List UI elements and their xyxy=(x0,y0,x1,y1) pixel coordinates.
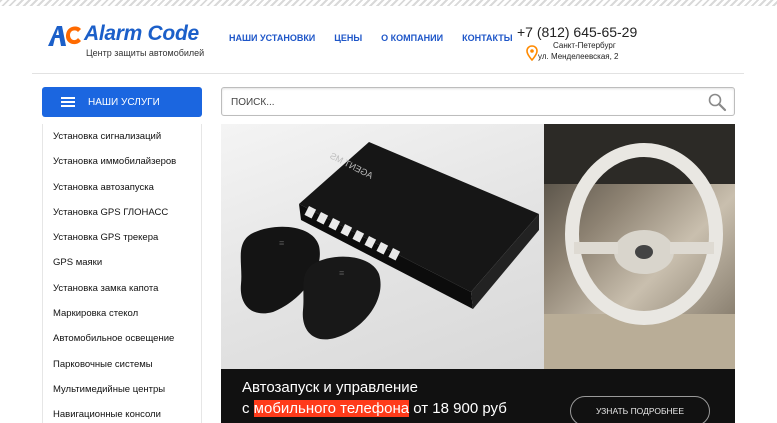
svg-text:≡: ≡ xyxy=(279,238,284,248)
menu-icon xyxy=(61,97,75,107)
service-item-gps-beacons[interactable]: GPS маяки xyxy=(43,250,201,275)
banner-product-photo: AGENT MS ≡ ≡ xyxy=(221,124,544,369)
banner-caption: Автозапуск и управление с мобильного тел… xyxy=(221,369,735,423)
address-label: ул. Менделеевская, 2 xyxy=(538,52,619,61)
caption-prefix: с xyxy=(242,400,254,417)
logo-text: Alarm Code xyxy=(84,22,199,45)
service-item-navigation[interactable]: Навигационные консоли xyxy=(43,402,201,423)
services-button-label: Наши услуги xyxy=(88,96,160,108)
top-nav: Наши установки Цены О компании Контакты xyxy=(229,33,532,43)
nav-our-installations[interactable]: Наши установки xyxy=(229,33,315,43)
header-divider xyxy=(32,73,744,74)
banner-car-interior-photo xyxy=(544,124,735,369)
steering-wheel-illustration xyxy=(544,124,735,369)
services-menu-button[interactable]: Наши услуги xyxy=(42,87,202,117)
nav-about[interactable]: О компании xyxy=(381,33,443,43)
service-item-autostart[interactable]: Установка автозапуска xyxy=(43,175,201,200)
caption-price: от 18 900 руб xyxy=(409,400,507,417)
service-item-glass-marking[interactable]: Маркировка стекол xyxy=(43,301,201,326)
service-item-immobilizers[interactable]: Установка иммобилайзеров xyxy=(43,149,201,174)
nav-contacts[interactable]: Контакты xyxy=(462,33,512,43)
logo-mark-icon xyxy=(48,26,81,46)
logo[interactable]: Alarm Code Центр защиты автомобилей xyxy=(48,22,208,60)
banner-caption-line1: Автозапуск и управление xyxy=(242,379,419,396)
caption-highlight: мобильного телефона xyxy=(253,400,410,417)
top-decorative-stripe xyxy=(0,0,777,6)
city-label: Санкт-Петербург xyxy=(553,41,616,50)
alarm-unit-illustration: AGENT MS ≡ ≡ xyxy=(240,142,539,340)
phone-number[interactable]: +7 (812) 645-65-29 xyxy=(517,24,637,40)
search-box xyxy=(221,87,735,116)
nav-prices[interactable]: Цены xyxy=(334,33,362,43)
banner-caption-line2: с мобильного телефона от 18 900 руб xyxy=(242,400,507,417)
search-icon[interactable] xyxy=(707,92,727,112)
services-list: Установка сигнализаций Установка иммобил… xyxy=(42,124,202,423)
service-item-gps-glonass[interactable]: Установка GPS ГЛОНАСС xyxy=(43,200,201,225)
svg-text:≡: ≡ xyxy=(339,268,344,278)
learn-more-button[interactable]: Узнать подробнее xyxy=(570,396,710,423)
service-item-alarms[interactable]: Установка сигнализаций xyxy=(43,124,201,149)
service-item-multimedia[interactable]: Мультимедийные центры xyxy=(43,377,201,402)
logo-tagline: Центр защиты автомобилей xyxy=(86,48,205,58)
service-item-gps-tracker[interactable]: Установка GPS трекера xyxy=(43,225,201,250)
service-item-parking[interactable]: Парковочные системы xyxy=(43,352,201,377)
map-pin-icon xyxy=(526,45,538,61)
search-input[interactable] xyxy=(231,94,691,110)
promo-banner[interactable]: AGENT MS ≡ ≡ Автозапуск и управление с м… xyxy=(221,124,735,423)
service-item-lighting[interactable]: Автомобильное освещение xyxy=(43,326,201,351)
service-item-hood-lock[interactable]: Установка замка капота xyxy=(43,276,201,301)
